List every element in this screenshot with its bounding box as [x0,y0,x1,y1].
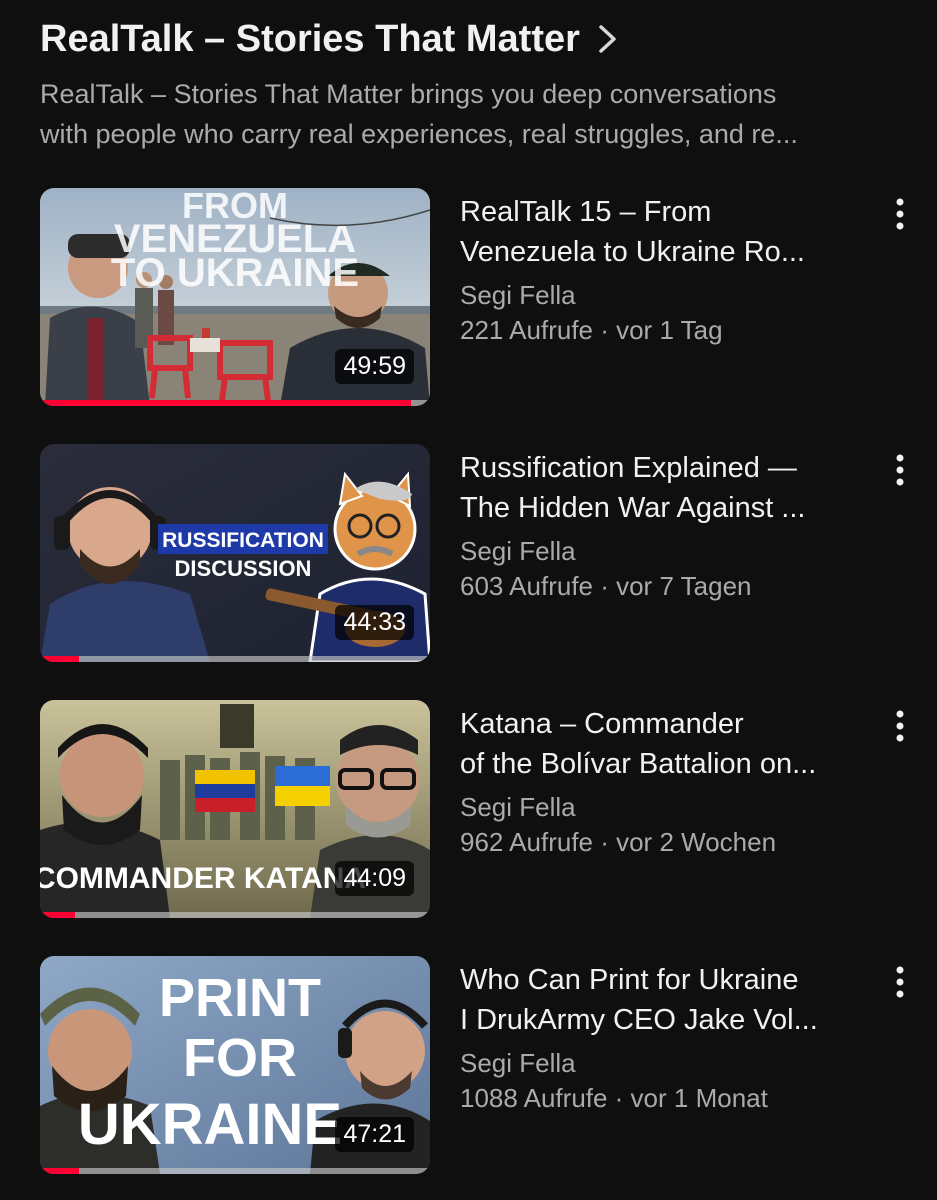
description-line: RealTalk – Stories That Matter brings yo… [40,79,777,109]
video-title-line: Venezuela to Ukraine Ro... [460,236,805,268]
thumb-caption: DISCUSSION [175,556,312,581]
video-duration: 49:59 [335,349,414,384]
video-duration: 44:33 [335,605,414,640]
more-vert-icon[interactable] [882,962,918,1002]
video-title[interactable]: Who Can Print for Ukraine I DrukArmy CEO… [460,960,880,1040]
more-vert-icon[interactable] [882,194,918,234]
watch-progress-fill [40,656,79,662]
playlist-header: RealTalk – Stories That Matter RealTalk … [40,14,910,154]
video-thumbnail[interactable]: FROM VENEZUELA TO UKRAINE 49:59 [40,188,430,406]
video-stats: 1088 Aufrufe · vor 1 Monat [460,1083,768,1113]
video-thumbnail[interactable]: RUSSIFICATION DISCUSSION 44:33 [40,444,430,662]
video-meta: Who Can Print for Ukraine I DrukArmy CEO… [460,960,880,1116]
video-item[interactable]: COMMANDER KATANA 44:09 Katana – Commande… [40,700,920,918]
video-stats: 962 Aufrufe · vor 2 Wochen [460,827,777,857]
watch-progress-bar [40,912,430,918]
video-title-line: RealTalk 15 – From [460,196,712,228]
watch-progress-bar [40,656,430,662]
watch-progress-fill [40,1168,79,1174]
description-line: with people who carry real experiences, … [40,119,798,149]
channel-name[interactable]: Segi Fella [460,1046,880,1080]
playlist-title: RealTalk – Stories That Matter [40,17,580,60]
video-item[interactable]: PRINT FOR UKRAINE 47:21 Who Can Print fo… [40,956,920,1174]
video-duration: 44:09 [335,861,414,896]
thumb-caption: UKRAINE [78,1092,342,1157]
channel-name[interactable]: Segi Fella [460,534,880,568]
video-stats: 603 Aufrufe · vor 7 Tagen [460,571,752,601]
video-meta: Katana – Commander of the Bolívar Battal… [460,704,880,860]
watch-progress-fill [40,400,411,406]
playlist-description[interactable]: RealTalk – Stories That Matter brings yo… [40,74,870,154]
video-thumbnail[interactable]: PRINT FOR UKRAINE 47:21 [40,956,430,1174]
thumb-caption: PRINT [159,968,321,1028]
video-title-line: of the Bolívar Battalion on... [460,748,817,780]
video-meta: RealTalk 15 – From Venezuela to Ukraine … [460,192,880,348]
thumb-caption: RUSSIFICATION [162,529,324,552]
video-title-line: The Hidden War Against ... [460,492,806,524]
thumb-caption: TO UKRAINE [111,251,359,295]
chevron-right-icon [599,25,616,53]
video-title[interactable]: RealTalk 15 – From Venezuela to Ukraine … [460,192,880,272]
video-item[interactable]: RUSSIFICATION DISCUSSION 44:33 Russifica… [40,444,920,662]
video-meta: Russification Explained — The Hidden War… [460,448,880,604]
video-title-line: Who Can Print for Ukraine [460,964,799,996]
video-title[interactable]: Katana – Commander of the Bolívar Battal… [460,704,880,784]
video-title-line: Russification Explained — [460,452,797,484]
video-stats: 221 Aufrufe · vor 1 Tag [460,315,723,345]
channel-name[interactable]: Segi Fella [460,278,880,312]
video-thumbnail[interactable]: COMMANDER KATANA 44:09 [40,700,430,918]
more-vert-icon[interactable] [882,706,918,746]
watch-progress-bar [40,1168,430,1174]
watch-progress-bar [40,400,430,406]
playlist-title-link[interactable]: RealTalk – Stories That Matter [40,14,910,64]
channel-name[interactable]: Segi Fella [460,790,880,824]
watch-progress-fill [40,912,76,918]
video-title-line: Katana – Commander [460,708,744,740]
video-duration: 47:21 [335,1117,414,1152]
video-item[interactable]: FROM VENEZUELA TO UKRAINE 49:59 RealTalk… [40,188,920,406]
more-vert-icon[interactable] [882,450,918,490]
thumb-caption: FOR [183,1028,297,1088]
video-title[interactable]: Russification Explained — The Hidden War… [460,448,880,528]
video-title-line: I DrukArmy CEO Jake Vol... [460,1004,818,1036]
thumb-caption: COMMANDER KATANA [40,862,366,895]
